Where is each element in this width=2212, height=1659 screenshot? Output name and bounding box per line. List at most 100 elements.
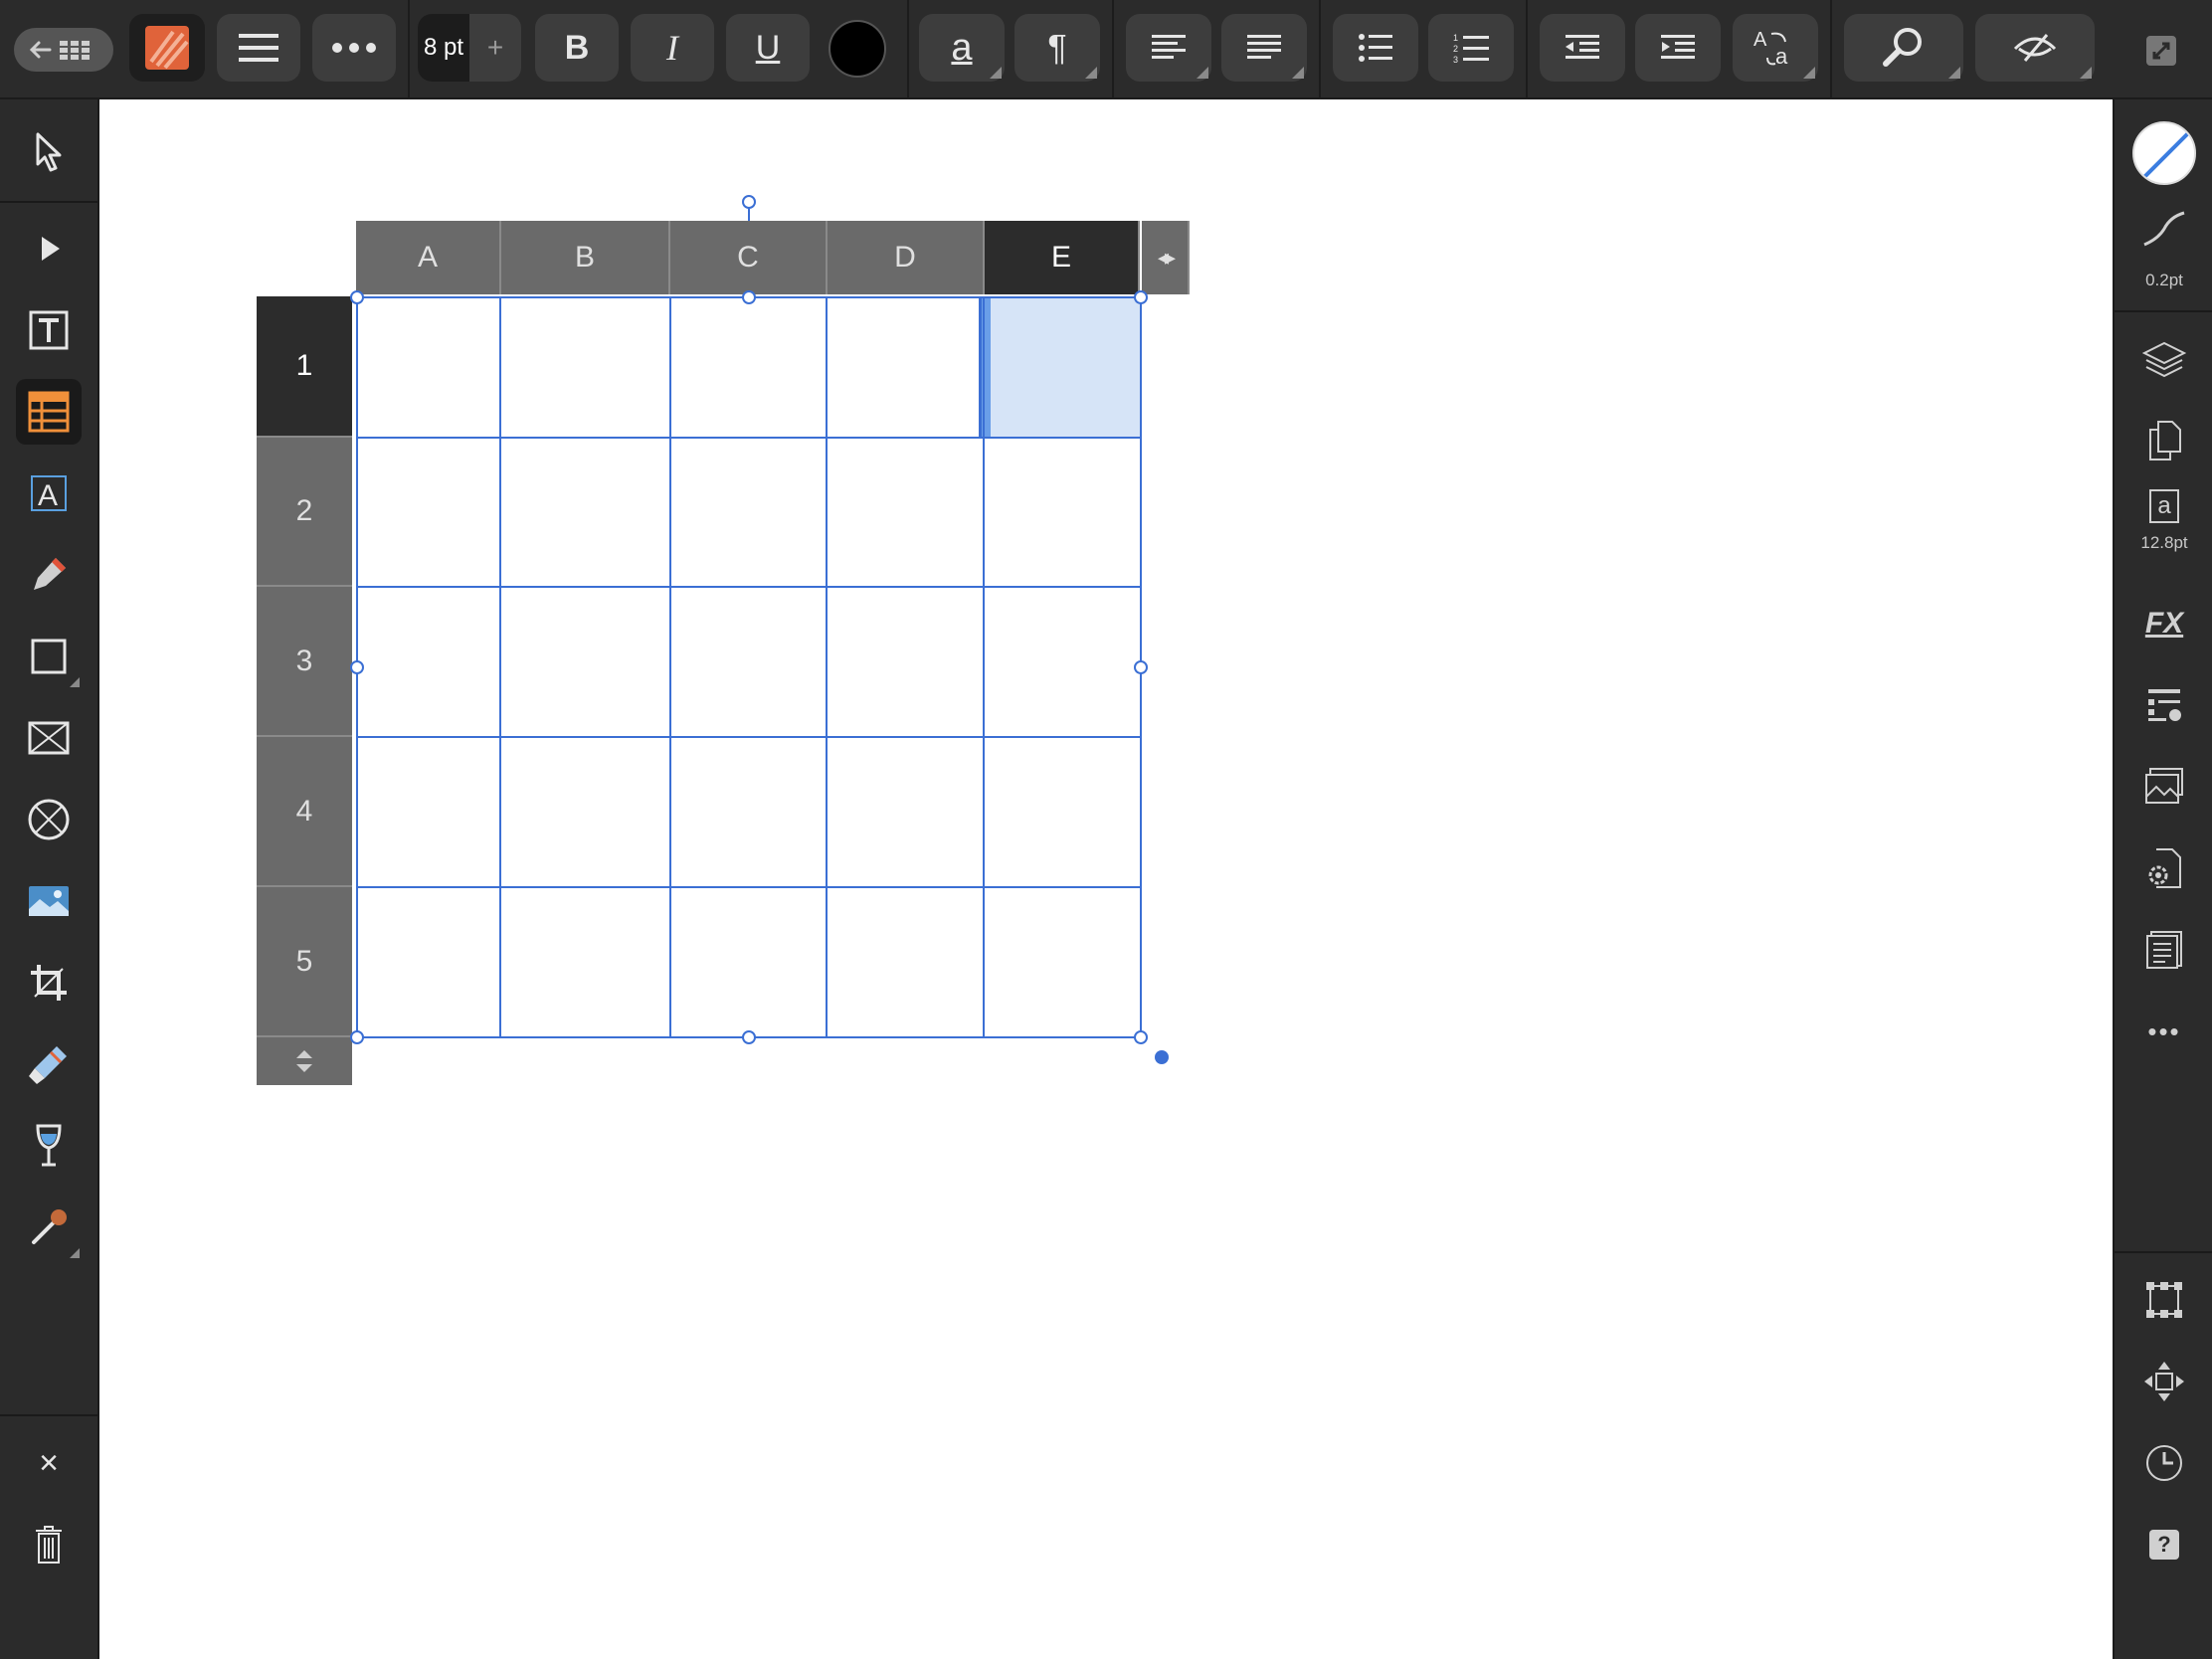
rectangle-tool-icon [31,639,67,674]
persona-toggle-button[interactable] [2138,28,2184,74]
document-settings-icon [2148,848,2181,888]
row-header-3[interactable]: 3 [257,587,352,737]
column-header-c[interactable]: C [670,221,828,294]
frame-text-tool[interactable] [16,297,82,363]
row-header-1[interactable]: 1 [257,296,352,438]
preview-button[interactable] [1975,14,2095,82]
app-menu-button[interactable] [129,14,205,82]
text-frame-button[interactable] [2131,917,2197,983]
picture-frame-tool[interactable] [16,705,82,771]
bullet-list-button[interactable] [1333,14,1418,82]
row-header-2[interactable]: 2 [257,438,352,587]
appearance-button[interactable] [2131,672,2197,738]
column-header-b[interactable]: B [501,221,670,294]
font-size-control[interactable]: 8 pt + [418,14,521,82]
delete-button[interactable] [16,1512,82,1577]
fill-tool[interactable] [16,1113,82,1179]
app-menu-icon [145,26,189,70]
bold-button[interactable]: B [535,14,619,82]
fill-stroke-swatch[interactable] [2132,121,2196,185]
resize-handle-left[interactable] [350,660,364,674]
back-to-documents-button[interactable] [14,28,113,72]
resize-handle-top[interactable] [742,290,756,304]
crop-tool[interactable] [16,950,82,1015]
column-header-a[interactable]: A [356,221,501,294]
row-resize-control[interactable] [257,1037,352,1085]
spelling-button[interactable]: A a [1733,14,1818,82]
svg-text:2: 2 [1453,44,1458,54]
place-image-icon [29,886,69,916]
navigator-button[interactable] [2131,1349,2197,1414]
resize-handle-bottom[interactable] [742,1030,756,1044]
resize-handle-bottom-left[interactable] [350,1030,364,1044]
spelling-icon: A a [1753,29,1788,68]
move-arrows-icon [2144,1362,2184,1401]
underline-button[interactable]: U [726,14,810,82]
ellipse-frame-icon [28,799,70,840]
document-setup-button[interactable] [2131,835,2197,901]
numbered-list-button[interactable]: 123 [1428,14,1514,82]
toolbar-divider [907,0,909,99]
resize-handle-right[interactable] [1134,660,1148,674]
resource-manager-icon [2145,768,2183,804]
stroke-width-button[interactable] [2131,205,2197,253]
resize-handle-top-left[interactable] [350,290,364,304]
hamburger-menu-button[interactable] [217,14,300,82]
indent-button[interactable] [1635,14,1721,82]
italic-button[interactable]: I [631,14,714,82]
column-resize-control[interactable]: ◂▸ [1142,221,1190,294]
help-button[interactable]: ? [2131,1512,2197,1577]
vector-brush-icon [29,1046,67,1084]
resource-manager-button[interactable] [2131,754,2197,820]
layers-button[interactable] [2131,326,2197,392]
character-style-button[interactable]: a [919,14,1005,82]
indent-icon [1661,35,1695,59]
align-justify-button[interactable] [1221,14,1307,82]
move-tool[interactable] [16,119,82,185]
history-button[interactable] [2131,1430,2197,1496]
stroke-width-label: 0.2pt [2145,271,2183,289]
pages-icon [2149,421,2181,461]
font-size-increase[interactable]: + [469,32,521,64]
node-tool[interactable] [16,216,82,281]
place-image-tool[interactable] [16,868,82,934]
resize-handle-top-right[interactable] [1134,290,1148,304]
transform-icon [2146,1282,2182,1318]
text-styles-button[interactable]: a [2131,481,2197,531]
toolbar-divider [408,0,410,99]
row-header-4[interactable]: 4 [257,737,352,887]
transform-button[interactable] [2131,1267,2197,1333]
table-tool[interactable] [16,379,82,445]
back-to-documents-icon [29,41,90,60]
no-fill-icon [2138,127,2194,183]
text-color-swatch[interactable] [829,20,886,78]
text-flow-handle[interactable] [1155,1050,1169,1064]
paragraph-style-button[interactable]: ¶ [1014,14,1100,82]
column-header-d[interactable]: D [828,221,985,294]
rotation-handle[interactable] [742,195,756,209]
fx-button[interactable]: FX [2131,591,2197,656]
more-options-button[interactable] [312,14,396,82]
find-button[interactable] [1844,14,1963,82]
column-header-e[interactable]: E [985,221,1140,294]
align-left-button[interactable] [1126,14,1211,82]
more-icon [332,43,376,53]
outdent-button[interactable] [1540,14,1625,82]
pen-tool[interactable] [16,542,82,608]
pages-button[interactable] [2131,408,2197,473]
more-studio-button[interactable]: ••• [2131,999,2197,1064]
fill-tool-icon [36,1124,62,1167]
color-picker-icon [32,1209,67,1244]
table-cell-e1[interactable] [986,298,1141,437]
rectangle-tool[interactable] [16,624,82,689]
color-picker-tool[interactable] [16,1195,82,1260]
row-header-5[interactable]: 5 [257,887,352,1037]
close-icon[interactable]: × [16,1430,82,1496]
text-glyph-icon: a [2149,489,2179,523]
vector-brush-tool[interactable] [16,1031,82,1097]
font-size-value[interactable]: 8 pt [418,14,469,82]
ellipse-frame-tool[interactable] [16,787,82,852]
hamburger-menu-icon [239,34,278,62]
resize-handle-bottom-right[interactable] [1134,1030,1148,1044]
artistic-text-tool[interactable]: A [16,461,82,526]
